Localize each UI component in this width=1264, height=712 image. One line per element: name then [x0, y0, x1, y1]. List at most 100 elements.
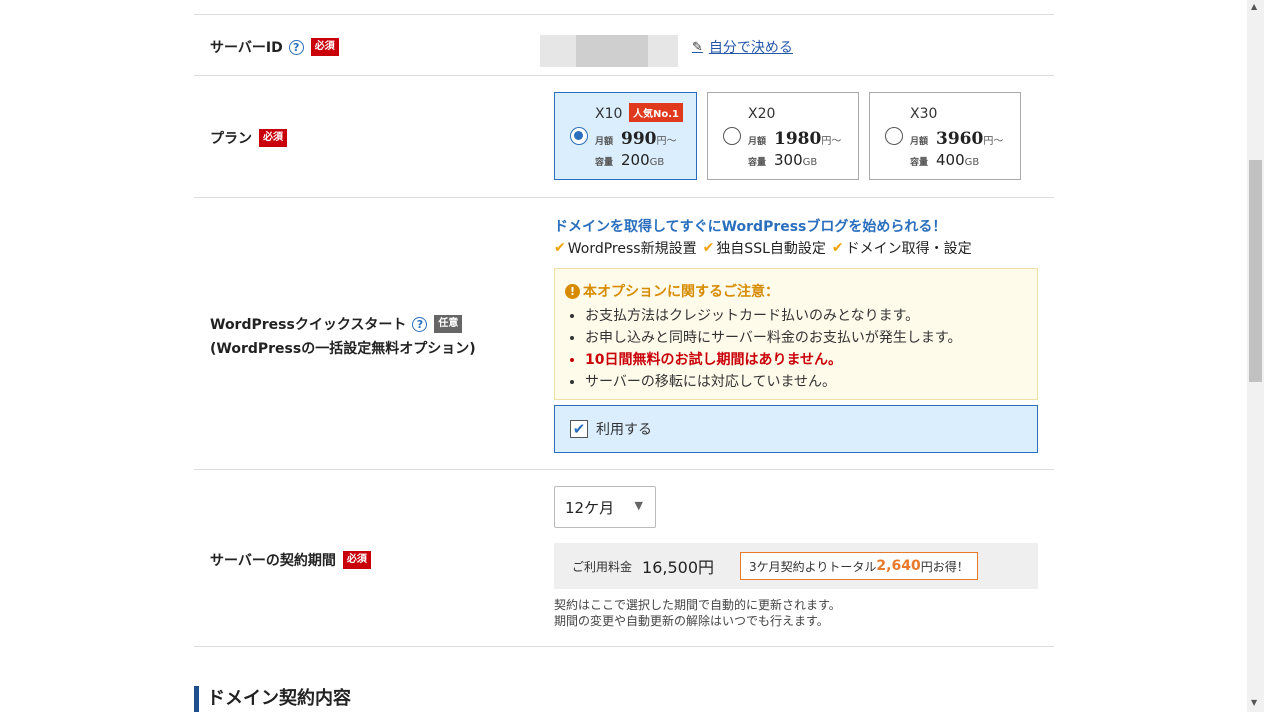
plan-price-line: 月額 1980 円～: [748, 129, 841, 149]
plan-capacity-line: 容量 300 GB: [748, 151, 817, 169]
use-option-label: 利用する: [596, 422, 652, 438]
price-unit: 円～: [983, 136, 1004, 147]
contract-label-group: サーバーの契約期間 必須: [210, 550, 371, 570]
required-badge: 必須: [310, 38, 339, 56]
feature-text: 独自SSL自動設定: [716, 241, 826, 257]
plan-capacity: 300: [774, 151, 803, 169]
monthly-label: 月額: [910, 137, 929, 147]
help-icon[interactable]: ?: [412, 316, 428, 332]
popular-badge: 人気No.1: [629, 103, 683, 122]
price-unit: 円～: [821, 136, 842, 147]
notice-item: お申し込みと同時にサーバー料金のお支払いが発生します。: [585, 327, 1027, 349]
wordpress-label: WordPressクイックスタート: [210, 317, 407, 333]
wordpress-features: ✔ WordPress新規設置 ✔ 独自SSL自動設定 ✔ ドメイン取得・設定: [554, 238, 978, 258]
capacity-label: 容量: [748, 158, 767, 168]
plan-name: X30: [910, 106, 938, 122]
scroll-down-arrow-icon[interactable]: ▼: [1251, 698, 1257, 707]
plan-label: プラン: [210, 131, 252, 147]
pencil-icon: ✎: [692, 39, 703, 55]
savings-suffix: 円お得！: [920, 559, 969, 574]
capacity-unit: GB: [649, 157, 665, 168]
feature-text: ドメイン取得・設定: [845, 241, 972, 257]
optional-badge: 任意: [434, 315, 463, 333]
plan-capacity-line: 容量 400 GB: [910, 151, 979, 169]
renewal-note-line: 契約はここで選択した期間で自動的に更新されます。: [554, 598, 841, 612]
notice-title: ! 本オプションに関するご注意：: [565, 281, 1027, 301]
contract-row: サーバーの契約期間 必須 12ケ月 ▼ ご利用料金 16,500円 3ケ月契約よ…: [194, 469, 1054, 647]
wordpress-label-group: WordPressクイックスタート ? 任意 (WordPressの一括設定無料…: [210, 314, 476, 358]
contract-label: サーバーの契約期間: [210, 553, 336, 569]
fee-label: ご利用料金: [572, 559, 633, 574]
price-unit: 円～: [656, 136, 677, 147]
plan-price-line: 月額 3960 円～: [910, 129, 1003, 149]
required-badge: 必須: [259, 129, 287, 147]
contract-period-select[interactable]: 12ケ月 ▼: [554, 486, 656, 528]
renewal-note: 契約はここで選択した期間で自動的に更新されます。 期間の変更や自動更新の解除はい…: [554, 597, 841, 629]
check-icon: ✔: [831, 240, 844, 256]
plan-row: プラン 必須 X10 人気No.1 月額 990 円～ 容量 200 GB X2…: [194, 75, 1054, 198]
use-option-checkbox[interactable]: ✔: [570, 420, 588, 438]
feature-text: WordPress新規設置: [567, 241, 697, 257]
monthly-label: 月額: [595, 137, 614, 147]
required-badge: 必須: [342, 551, 371, 569]
savings-prefix: 3ケ月契約よりトータル: [749, 559, 877, 574]
plan-option-x10[interactable]: X10 人気No.1 月額 990 円～ 容量 200 GB: [554, 92, 697, 180]
plan-capacity: 200: [621, 151, 650, 169]
plan-radio[interactable]: [723, 127, 741, 145]
wordpress-row: WordPressクイックスタート ? 任意 (WordPressの一括設定無料…: [194, 197, 1054, 470]
notice-item: お支払方法はクレジットカード払いのみとなります。: [585, 305, 1027, 327]
plan-option-x20[interactable]: X20 月額 1980 円～ 容量 300 GB: [707, 92, 859, 180]
monthly-label: 月額: [748, 137, 767, 147]
plan-capacity-line: 容量 200 GB: [595, 151, 664, 169]
savings-badge: 3ケ月契約よりトータル 2,640 円お得！: [740, 552, 978, 580]
notice-list: お支払方法はクレジットカード払いのみとなります。 お申し込みと同時にサーバー料金…: [565, 305, 1027, 393]
check-icon: ✔: [554, 240, 566, 256]
savings-amount: 2,640: [876, 558, 921, 574]
wordpress-headline: ドメインを取得してすぐにWordPressブログを始められる！: [554, 219, 947, 235]
wordpress-label-line: WordPressクイックスタート ? 任意: [210, 314, 463, 334]
server-id-label: サーバーID: [210, 40, 283, 56]
plan-radio[interactable]: [570, 127, 588, 145]
self-decide-link-text: 自分で決める: [708, 40, 793, 56]
plan-radio[interactable]: [885, 127, 903, 145]
option-notice-box: ! 本オプションに関するご注意： お支払方法はクレジットカード払いのみとなります…: [554, 268, 1038, 400]
scroll-up-arrow-icon[interactable]: ▲: [1251, 2, 1257, 11]
plan-name: X10: [595, 106, 623, 122]
notice-title-text: 本オプションに関するご注意：: [583, 284, 779, 300]
plan-option-x30[interactable]: X30 月額 3960 円～ 容量 400 GB: [869, 92, 1021, 180]
capacity-label: 容量: [910, 158, 929, 168]
scrollbar-thumb[interactable]: [1249, 160, 1262, 382]
wordpress-sublabel: (WordPressの一括設定無料オプション): [210, 341, 476, 357]
use-option-checkbox-box[interactable]: ✔ 利用する: [554, 405, 1038, 453]
capacity-label: 容量: [595, 158, 614, 168]
plan-capacity: 400: [936, 151, 965, 169]
renewal-note-line: 期間の変更や自動更新の解除はいつでも行えます。: [554, 614, 829, 628]
plan-price: 1980: [774, 129, 822, 149]
plan-label-group: プラン 必須: [210, 128, 287, 148]
self-decide-link[interactable]: ✎ 自分で決める: [692, 37, 793, 57]
check-icon: ✔: [702, 240, 715, 256]
server-id-label-group: サーバーID ? 必須: [210, 37, 339, 57]
server-id-row: サーバーID ? 必須 ✎ 自分で決める: [194, 14, 1054, 75]
capacity-unit: GB: [964, 157, 980, 168]
fee-value: 16,500円: [642, 558, 715, 577]
plan-price-line: 月額 990 円～: [595, 129, 677, 149]
vertical-scrollbar[interactable]: ▲ ▼: [1247, 0, 1264, 712]
capacity-unit: GB: [802, 157, 818, 168]
notice-item-emphasis: 10日間無料のお試し期間はありません。: [585, 349, 1027, 371]
fee-summary: ご利用料金 16,500円 3ケ月契約よりトータル 2,640 円お得！: [554, 543, 1038, 589]
exclamation-icon: !: [565, 283, 580, 299]
plan-price: 990: [621, 129, 657, 149]
plan-name: X20: [748, 106, 776, 122]
feature-item: ✔ 独自SSL自動設定: [703, 238, 826, 258]
server-id-field[interactable]: [540, 35, 678, 67]
feature-item: ✔ ドメイン取得・設定: [832, 238, 972, 258]
help-icon[interactable]: ?: [288, 39, 304, 55]
chevron-down-icon: ▼: [634, 499, 643, 512]
notice-item: サーバーの移転には対応していません。: [585, 371, 1027, 393]
contract-period-value: 12ケ月: [565, 498, 615, 517]
domain-section-title: ドメイン契約内容: [194, 686, 351, 712]
plan-price: 3960: [936, 129, 984, 149]
feature-item: ✔ WordPress新規設置: [554, 238, 697, 258]
server-id-masked-value: [576, 35, 648, 67]
